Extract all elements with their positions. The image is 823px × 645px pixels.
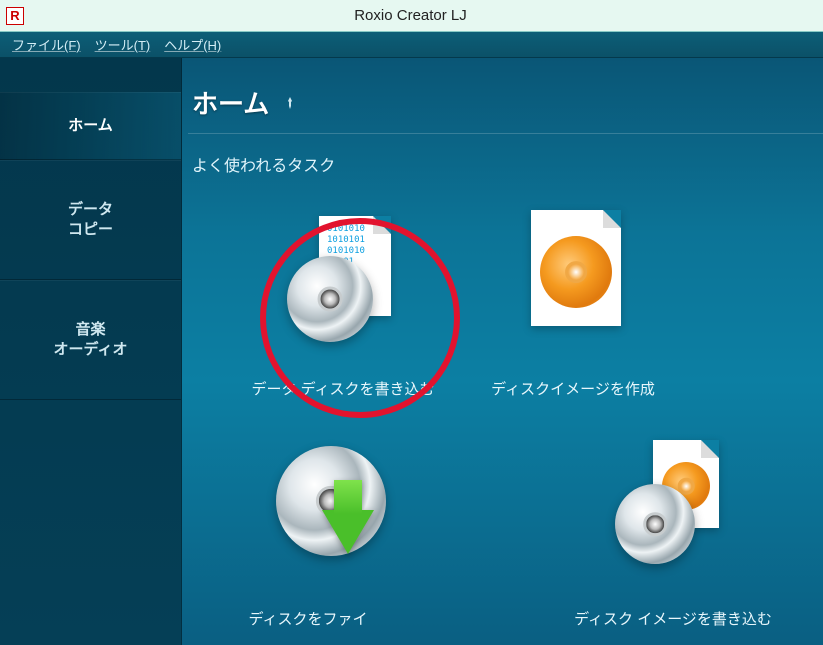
disc-image-icon [503, 210, 643, 370]
task-grid: 0101010 1010101 0101010 10101 010 10 データ… [188, 210, 823, 645]
window-title: Roxio Creator LJ [34, 7, 787, 24]
data-disc-icon: 0101010 1010101 0101010 10101 010 10 [273, 210, 413, 370]
menu-file[interactable]: ファイル(F) [6, 33, 87, 56]
task-burn-disc-image[interactable]: ディスク イメージを書き込む [558, 440, 788, 645]
page-heading: ホーム [188, 84, 823, 134]
task-label: ディスクイメージを作成 [491, 378, 655, 399]
task-label: ディスク イメージを書き込む [574, 608, 772, 629]
menu-tools[interactable]: ツール(T) [89, 33, 157, 56]
pin-icon[interactable] [283, 96, 297, 110]
burn-disc-image-icon [603, 440, 743, 600]
task-burn-data-disc[interactable]: 0101010 1010101 0101010 10101 010 10 データ… [228, 210, 458, 440]
task-create-disc-image[interactable]: ディスクイメージを作成 [458, 210, 688, 440]
menu-help[interactable]: ヘルプ(H) [158, 33, 227, 56]
body-area: ホーム データ コピー 音楽 オーディオ ホーム よく使われるタスク 01010… [0, 58, 823, 645]
sidebar-item-label: コピー [68, 220, 113, 240]
task-label: ディスクをファイ [249, 608, 368, 629]
sidebar-item-label: ホーム [68, 116, 113, 136]
sidebar-item-data-copy[interactable]: データ コピー [0, 160, 181, 280]
page-title: ホーム [192, 84, 269, 121]
sidebar-item-label: オーディオ [54, 340, 128, 360]
titlebar: R Roxio Creator LJ [0, 0, 823, 32]
sidebar-item-home[interactable]: ホーム [0, 92, 181, 160]
content-area: ホーム よく使われるタスク 0101010 1010101 0101010 10… [182, 58, 823, 645]
sidebar-item-label: 音楽 [75, 320, 105, 340]
task-disc-to-file[interactable]: ディスクをファイ [228, 440, 388, 645]
task-label: データ ディスクを書き込む [251, 378, 434, 399]
sidebar: ホーム データ コピー 音楽 オーディオ [0, 58, 182, 645]
sidebar-item-label: データ [68, 200, 113, 220]
down-arrow-icon [322, 510, 374, 554]
section-label: よく使われるタスク [188, 152, 823, 176]
menubar: ファイル(F) ツール(T) ヘルプ(H) [0, 32, 823, 58]
disc-to-file-icon [248, 440, 368, 600]
sidebar-item-music-audio[interactable]: 音楽 オーディオ [0, 280, 181, 400]
app-logo-icon: R [6, 7, 24, 25]
